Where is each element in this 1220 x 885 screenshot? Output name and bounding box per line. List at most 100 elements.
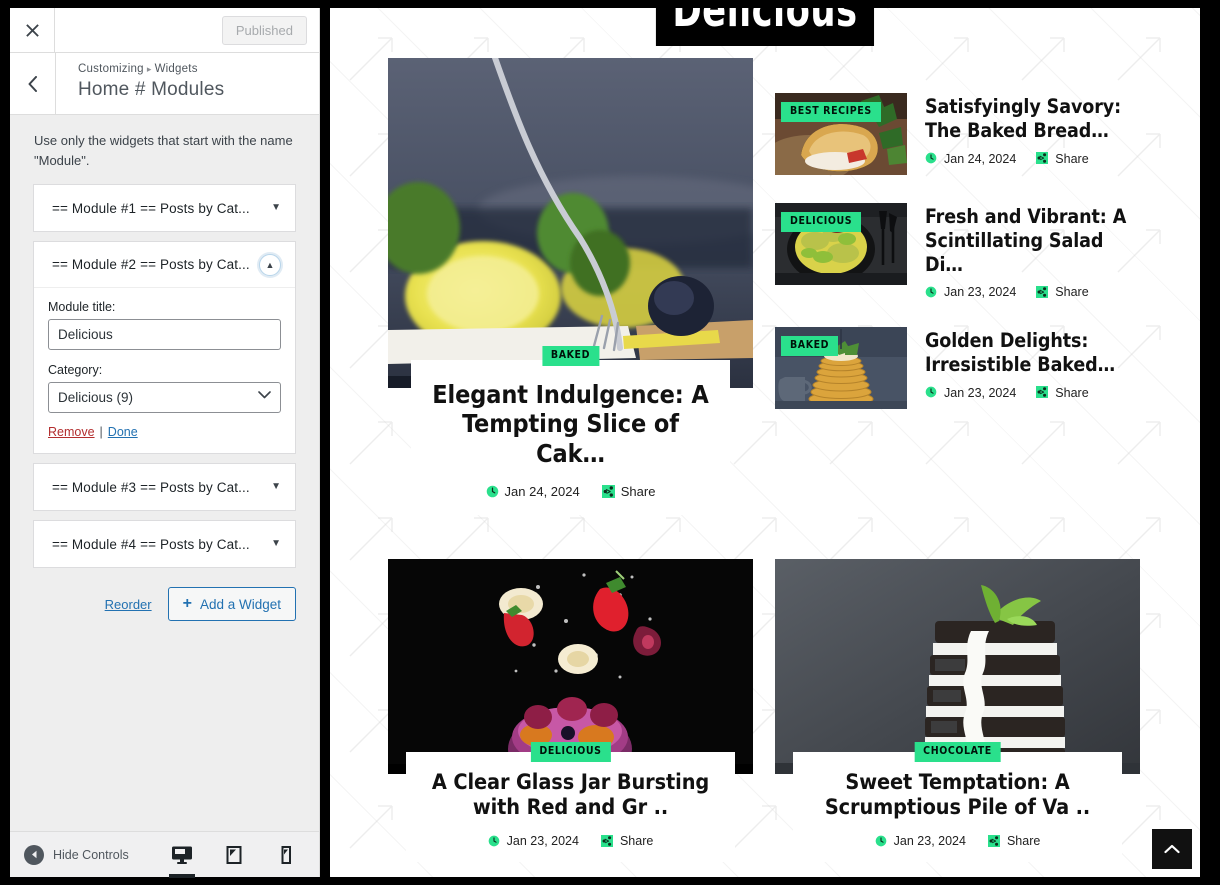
widget-list: == Module #1 == Posts by Cat... ▼ == Mod…	[10, 184, 319, 568]
site-preview[interactable]: Delicious BAKED Elegant Indulgence: A Te…	[330, 8, 1200, 877]
page-title: Home # Modules	[78, 79, 225, 100]
close-x-icon[interactable]	[10, 7, 55, 53]
grid-post-card[interactable]: DELICIOUS A Clear Glass Jar Bursting wit…	[388, 558, 753, 863]
side-post-text: Satisfyingly Savory: The Baked Bread… Ja…	[925, 93, 1142, 175]
featured-post-text: Elegant Indulgence: A Tempting Slice of …	[411, 360, 730, 515]
post-date-label: Jan 24, 2024	[504, 483, 580, 499]
collapse-left-icon	[24, 844, 44, 865]
post-date-label: Jan 23, 2024	[893, 834, 966, 849]
post-date: Jan 23, 2024	[925, 285, 1016, 299]
customizer-panel-header: Customizing ▸ Widgets Home # Modules	[10, 53, 319, 115]
category-badge[interactable]: DELICIOUS	[781, 212, 862, 232]
side-post-item[interactable]: DELICIOUS Fresh and Vibrant: A Scintilla…	[775, 203, 1142, 299]
post-share[interactable]: Share	[1036, 285, 1089, 299]
widget-header[interactable]: == Module #1 == Posts by Cat... ▼	[34, 185, 295, 231]
widget-header[interactable]: == Module #4 == Posts by Cat... ▼	[34, 521, 295, 567]
category-badge[interactable]: CHOCOLATE	[914, 742, 1001, 762]
hide-controls-label: Hide Controls	[53, 847, 129, 862]
featured-post-card[interactable]: BAKED Elegant Indulgence: A Tempting Sli…	[388, 58, 753, 515]
breadcrumb-section: Widgets	[154, 63, 198, 75]
share-icon	[601, 484, 615, 498]
category-badge[interactable]: BAKED	[541, 346, 600, 366]
customizer-sidebar: Published Customizing ▸ Widgets Home # Mod…	[10, 7, 320, 878]
post-date: Jan 24, 2024	[486, 484, 580, 499]
side-post-list: BEST RECIPES Satisfyingly Savory: The Ba…	[775, 58, 1142, 515]
widget-actions: Remove | Done	[48, 425, 281, 439]
side-post-text: Golden Delights: Irresistible Baked… Jan…	[925, 327, 1142, 409]
category-select[interactable]: Delicious (9)	[48, 382, 281, 413]
post-date-label: Jan 23, 2024	[944, 385, 1017, 400]
screen: Published Customizing ▸ Widgets Home # Mod…	[0, 0, 1220, 885]
post-meta: Jan 24, 2024 Share	[925, 152, 1142, 166]
widget-item-module-4[interactable]: == Module #4 == Posts by Cat... ▼	[33, 520, 296, 568]
breadcrumb: Customizing ▸ Widgets	[78, 63, 224, 75]
site-header: Delicious	[330, 8, 1200, 46]
widget-item-module-1[interactable]: == Module #1 == Posts by Cat... ▼	[33, 184, 296, 232]
reorder-link[interactable]: Reorder	[105, 597, 152, 612]
featured-post-image[interactable]: BAKED	[388, 58, 753, 388]
chevron-down-icon[interactable]: ▼	[265, 482, 281, 492]
module-title-input[interactable]	[48, 319, 281, 350]
preview-content: BAKED Elegant Indulgence: A Tempting Sli…	[330, 46, 1200, 863]
done-link[interactable]: Done	[108, 425, 138, 439]
post-share-label: Share	[1055, 151, 1089, 166]
side-post-thumbnail[interactable]: BAKED	[775, 327, 907, 410]
mobile-icon[interactable]	[271, 838, 301, 872]
side-post-item[interactable]: BEST RECIPES Satisfyingly Savory: The Ba…	[775, 93, 1142, 175]
clock-icon	[925, 386, 938, 399]
side-post-item[interactable]: BAKED Golden Delights: Irresistible Bake…	[775, 327, 1142, 410]
add-widget-label: Add a Widget	[199, 596, 281, 612]
customizer-footer: Hide Controls	[10, 831, 319, 878]
remove-link[interactable]: Remove	[48, 425, 95, 439]
side-post-text: Fresh and Vibrant: A Scintillating Salad…	[925, 203, 1142, 299]
grid-post-text: Sweet Temptation: A Scrumptious Pile of …	[793, 751, 1122, 863]
grid-post-image[interactable]: CHOCOLATE	[775, 558, 1140, 774]
published-button[interactable]: Published	[221, 15, 307, 45]
post-share[interactable]: Share	[988, 834, 1040, 848]
post-share[interactable]: Share	[601, 483, 656, 499]
chevron-down-icon[interactable]: ▼	[265, 539, 281, 549]
post-title[interactable]: Elegant Indulgence: A Tempting Slice of …	[425, 380, 716, 468]
post-date-label: Jan 24, 2024	[944, 151, 1017, 166]
category-badge[interactable]: DELICIOUS	[530, 742, 611, 762]
post-title[interactable]: Fresh and Vibrant: A Scintillating Salad…	[925, 205, 1142, 276]
grid-post-image[interactable]: DELICIOUS	[388, 558, 753, 774]
post-share-label: Share	[620, 483, 656, 499]
widget-header[interactable]: == Module #3 == Posts by Cat... ▼	[34, 464, 295, 510]
post-title[interactable]: Satisfyingly Savory: The Baked Bread…	[925, 95, 1142, 143]
hide-controls-button[interactable]: Hide Controls	[24, 844, 129, 865]
category-select-wrap: Delicious (9)	[48, 382, 281, 413]
share-icon	[1036, 386, 1049, 399]
widget-item-module-2[interactable]: == Module #2 == Posts by Cat... ▲ Module…	[33, 241, 296, 454]
post-share[interactable]: Share	[1036, 151, 1089, 166]
side-post-thumbnail[interactable]: BEST RECIPES	[775, 93, 907, 175]
share-icon	[1036, 285, 1049, 299]
add-widget-button[interactable]: + Add a Widget	[167, 587, 296, 621]
widget-header[interactable]: == Module #2 == Posts by Cat... ▲	[34, 242, 295, 288]
site-title[interactable]: Delicious	[656, 8, 874, 46]
side-post-thumbnail[interactable]: DELICIOUS	[775, 203, 907, 285]
plus-icon: +	[182, 595, 192, 612]
category-badge[interactable]: BAKED	[781, 336, 839, 356]
scroll-to-top-button[interactable]	[1152, 829, 1192, 869]
post-title[interactable]: Sweet Temptation: A Scrumptious Pile of …	[805, 770, 1110, 820]
grid-post-card[interactable]: CHOCOLATE Sweet Temptation: A Scrumptiou…	[775, 558, 1140, 863]
post-date-label: Jan 23, 2024	[944, 285, 1017, 300]
panel-description: Use only the widgets that start with the…	[34, 133, 293, 168]
breadcrumb-separator: ▸	[146, 64, 152, 74]
post-title[interactable]: A Clear Glass Jar Bursting with Red and …	[418, 770, 723, 820]
post-date: Jan 23, 2024	[488, 834, 579, 848]
back-chevron-left-icon[interactable]	[10, 53, 56, 114]
post-share[interactable]: Share	[601, 834, 653, 848]
category-label: Category:	[48, 363, 103, 377]
tablet-icon[interactable]	[219, 838, 249, 872]
widget-title: == Module #2 == Posts by Cat...	[52, 257, 250, 272]
chevron-up-icon[interactable]: ▲	[259, 253, 281, 276]
widget-item-module-3[interactable]: == Module #3 == Posts by Cat... ▼	[33, 463, 296, 511]
desktop-icon[interactable]	[167, 838, 197, 878]
category-badge[interactable]: BEST RECIPES	[781, 102, 881, 122]
chevron-down-icon[interactable]: ▼	[265, 203, 281, 213]
share-icon	[988, 834, 1001, 848]
post-title[interactable]: Golden Delights: Irresistible Baked…	[925, 329, 1142, 377]
post-share[interactable]: Share	[1036, 386, 1089, 400]
